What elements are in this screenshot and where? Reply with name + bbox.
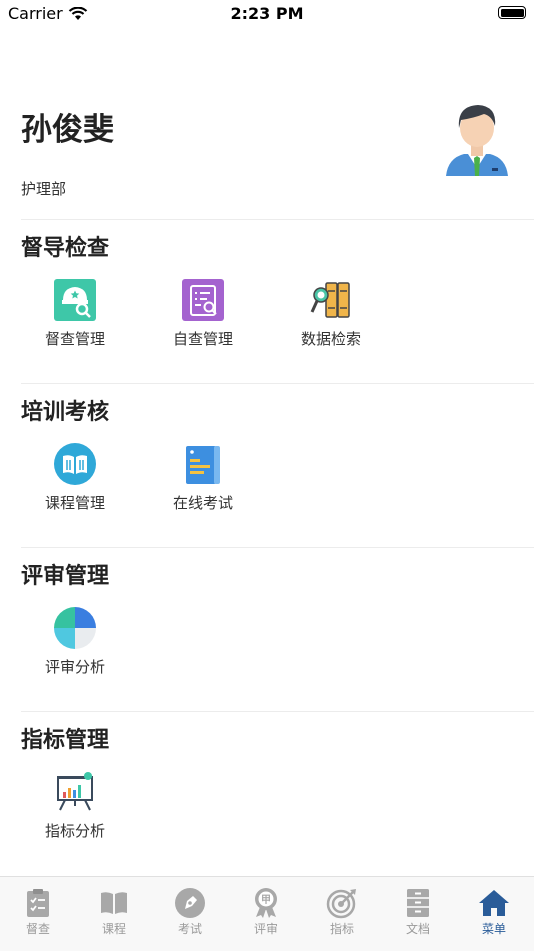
menu-item-review-analysis[interactable]: 评审分析 (20, 606, 130, 677)
menu-item-data-search[interactable]: 数据检索 (276, 278, 386, 349)
menu-item-self-check[interactable]: 自查管理 (148, 278, 258, 349)
menu-label: 在线考试 (172, 494, 233, 512)
tab-label: 督查 (25, 922, 50, 936)
menu-item-online-exam[interactable]: 在线考试 (148, 442, 258, 513)
tab-indicator[interactable]: 指标 (304, 887, 380, 937)
tab-exam[interactable]: 考试 (152, 887, 228, 937)
divider (21, 219, 534, 220)
tab-review[interactable]: 甲 评审 (228, 887, 304, 937)
section-title-indicator: 指标管理 (21, 728, 110, 753)
battery-icon (498, 6, 526, 19)
course-book-icon (54, 443, 96, 485)
home-icon (479, 890, 509, 916)
status-bar: Carrier 2:23 PM (0, 0, 534, 28)
tab-label: 考试 (177, 922, 202, 936)
svg-text:甲: 甲 (261, 894, 271, 906)
menu-label: 督查管理 (44, 330, 105, 348)
menu-item-indicator-analysis[interactable]: 指标分析 (20, 770, 130, 841)
presentation-chart-icon (57, 772, 93, 811)
menu-item-course-management[interactable]: 课程管理 (20, 442, 130, 513)
menu-label: 评审分析 (44, 658, 105, 676)
data-search-icon (310, 282, 350, 318)
menu-item-supervision-management[interactable]: 督查管理 (20, 278, 130, 349)
section-title-review: 评审管理 (21, 564, 110, 589)
section-title-supervision: 督导检查 (21, 236, 110, 261)
user-department: 护理部 (21, 180, 67, 198)
menu-label: 课程管理 (44, 494, 105, 512)
target-icon (326, 889, 356, 919)
clipboard-icon (27, 889, 49, 917)
tab-documents[interactable]: 文档 (380, 887, 456, 937)
section-title-training: 培训考核 (21, 400, 110, 425)
tab-label: 评审 (253, 922, 278, 936)
book-icon (101, 892, 127, 914)
menu-label: 数据检索 (300, 330, 361, 348)
divider (21, 711, 534, 712)
status-time: 2:23 PM (230, 4, 304, 23)
tab-label: 指标 (329, 922, 354, 936)
pie-chart-icon (54, 607, 96, 649)
file-cabinet-icon (407, 889, 429, 917)
tab-label: 菜单 (481, 922, 506, 936)
user-name: 孙俊斐 (21, 112, 114, 148)
menu-label: 指标分析 (44, 822, 105, 840)
tab-label: 课程 (101, 922, 126, 936)
award-badge-icon: 甲 (255, 888, 277, 918)
tab-course[interactable]: 课程 (76, 887, 152, 937)
tab-label: 文档 (405, 922, 430, 936)
menu-label: 自查管理 (172, 330, 233, 348)
online-exam-icon (186, 446, 220, 484)
divider (21, 547, 534, 548)
self-check-icon (182, 279, 224, 321)
tab-supervision[interactable]: 督查 (0, 887, 76, 937)
supervision-check-icon (54, 279, 96, 321)
tab-menu[interactable]: 菜单 (456, 887, 532, 937)
tab-bar: 督查 课程 考试 甲 评审 指标 文档 菜单 (0, 876, 534, 951)
pen-circle-icon (175, 888, 205, 918)
divider (21, 383, 534, 384)
avatar[interactable] (444, 102, 510, 178)
